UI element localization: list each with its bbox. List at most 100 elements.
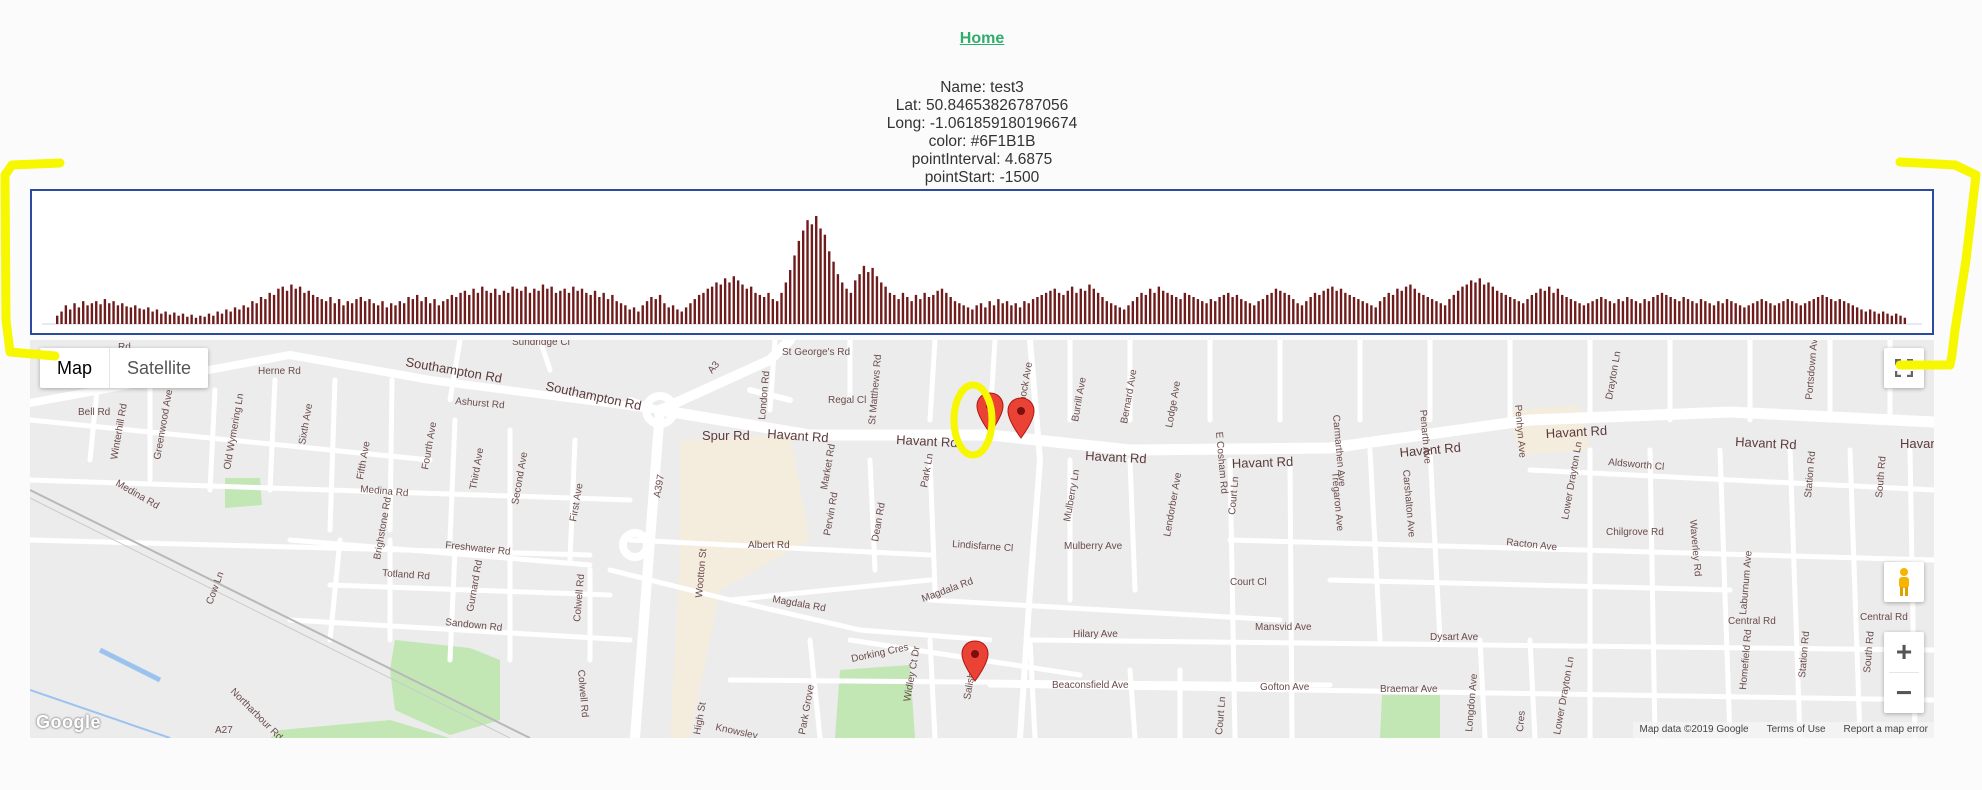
chart-bar bbox=[147, 307, 150, 324]
info-color: color: #6F1B1B bbox=[928, 133, 1036, 150]
chart-bar bbox=[1617, 299, 1620, 324]
map-marker[interactable] bbox=[961, 640, 989, 682]
chart-bar bbox=[173, 312, 176, 324]
chart-bar bbox=[1083, 290, 1087, 324]
chart-bar bbox=[702, 292, 705, 324]
chart-bar bbox=[407, 297, 410, 324]
road-label: Gurnard Rd bbox=[465, 559, 485, 612]
fullscreen-button[interactable] bbox=[1884, 348, 1924, 388]
home-link[interactable]: Home bbox=[0, 30, 1964, 48]
chart-bar bbox=[1188, 294, 1191, 324]
road-label: Regal Cl bbox=[828, 395, 866, 406]
google-map[interactable]: Rd Sundridge Cl Southampton Rd Southampt… bbox=[30, 340, 1934, 738]
chart-bar bbox=[836, 274, 840, 324]
chart-bar bbox=[893, 294, 896, 324]
chart-bar bbox=[1326, 288, 1330, 324]
map-marker-selected[interactable] bbox=[976, 392, 1004, 434]
chart-bar bbox=[628, 309, 631, 324]
info-point-interval: pointInterval: 4.6875 bbox=[911, 151, 1053, 168]
chart-bar bbox=[567, 292, 571, 324]
chart-bar bbox=[1695, 303, 1698, 324]
chart-bar bbox=[1253, 305, 1256, 324]
map-marker[interactable] bbox=[1007, 397, 1035, 439]
chart-bar bbox=[1565, 297, 1568, 324]
map-type-map-button[interactable]: Map bbox=[40, 348, 111, 388]
chart-bar bbox=[181, 313, 185, 324]
chart-bar bbox=[90, 303, 94, 324]
chart-bar bbox=[60, 311, 63, 324]
chart-bar bbox=[1608, 301, 1612, 324]
chart-bar bbox=[199, 315, 202, 324]
chart-bar bbox=[906, 297, 909, 324]
road-label: Sixth Ave bbox=[297, 402, 315, 445]
chart-bar bbox=[1812, 299, 1815, 324]
chart-bar bbox=[697, 294, 701, 324]
road-label: Mulberry Ave bbox=[1064, 541, 1123, 552]
chart-bar bbox=[515, 288, 519, 324]
road-label: Bell Rd bbox=[78, 407, 110, 418]
chart-bar bbox=[1370, 305, 1373, 324]
chart-bar bbox=[806, 220, 809, 324]
chart-bar bbox=[355, 299, 358, 324]
road-label: Havan bbox=[1900, 436, 1934, 451]
road-label: Drayton Ln bbox=[1604, 350, 1623, 400]
chart-bar bbox=[749, 286, 753, 324]
chart-bar bbox=[294, 288, 297, 324]
chart-bar bbox=[1465, 284, 1468, 324]
chart-bar bbox=[901, 292, 905, 324]
google-logo[interactable]: Google bbox=[36, 712, 101, 733]
zoom-out-button[interactable]: − bbox=[1884, 673, 1924, 713]
chart-bar bbox=[992, 305, 996, 324]
chart-bar bbox=[1014, 303, 1017, 324]
chart-bar bbox=[606, 299, 610, 324]
street-view-pegman-button[interactable] bbox=[1884, 562, 1924, 602]
chart-bar bbox=[1378, 301, 1382, 324]
road-label: Court Cl bbox=[1230, 577, 1267, 588]
terms-of-use-link[interactable]: Terms of Use bbox=[1767, 722, 1826, 738]
chart-bar bbox=[875, 276, 879, 324]
chart-bar bbox=[411, 299, 415, 324]
chart-bar bbox=[1543, 290, 1547, 324]
chart-bar bbox=[602, 292, 605, 324]
chart-bar bbox=[1491, 286, 1495, 324]
chart-bar bbox=[303, 292, 306, 324]
chart-bar bbox=[650, 297, 653, 324]
chart-bar bbox=[1786, 299, 1789, 324]
chart-bar bbox=[56, 315, 59, 324]
chart-bar bbox=[1400, 290, 1403, 324]
zoom-in-button[interactable]: + bbox=[1884, 632, 1924, 672]
chart-bar bbox=[1456, 290, 1460, 324]
map-type-satellite-button[interactable]: Satellite bbox=[110, 348, 208, 388]
chart-bar bbox=[1535, 292, 1538, 324]
chart-bar bbox=[168, 314, 172, 324]
chart-bar bbox=[546, 288, 549, 324]
chart-bar bbox=[1574, 301, 1577, 324]
chart-bar bbox=[73, 303, 76, 324]
chart-bar bbox=[1652, 297, 1655, 324]
road-label: Court Ln bbox=[1214, 696, 1228, 735]
road-label: Havant Rd bbox=[1545, 423, 1607, 441]
chart-bar bbox=[1153, 292, 1156, 324]
chart-bar bbox=[1829, 299, 1833, 324]
chart-bar bbox=[658, 294, 662, 324]
chart-bar bbox=[598, 297, 601, 324]
chart-bar bbox=[1842, 301, 1846, 324]
chart-bar bbox=[1656, 294, 1659, 324]
report-map-error-link[interactable]: Report a map error bbox=[1844, 722, 1928, 738]
commercial-area bbox=[670, 435, 810, 738]
chart-bar bbox=[1855, 307, 1859, 324]
road-label: London Rd bbox=[757, 371, 772, 421]
info-long: Long: -1.061859180196674 bbox=[886, 115, 1078, 132]
chart-bar bbox=[1322, 290, 1325, 324]
chart-bar bbox=[433, 299, 436, 324]
road-label: South Rd bbox=[1862, 631, 1877, 674]
chart-bar bbox=[1209, 299, 1213, 324]
chart-bar bbox=[1821, 294, 1824, 324]
chart-bar bbox=[1482, 284, 1486, 324]
road-label: Park Grove bbox=[797, 683, 817, 735]
chart-bar bbox=[220, 313, 224, 324]
chart-bar bbox=[1717, 301, 1720, 324]
road-label: Mansvid Ave bbox=[1255, 622, 1312, 633]
chart-bar bbox=[1036, 297, 1039, 324]
chart-bar bbox=[1222, 294, 1226, 324]
